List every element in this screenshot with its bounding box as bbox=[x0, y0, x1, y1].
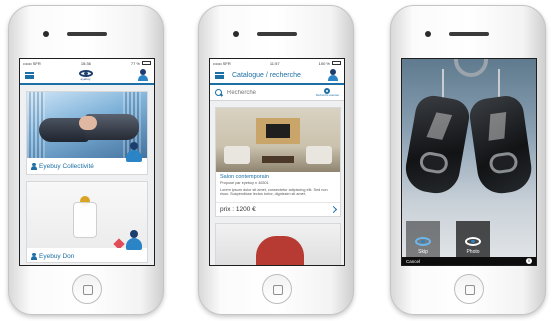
product-subtitle: Proposé par eyebuy n 46301 bbox=[220, 181, 269, 185]
battery-indicator: 100 % bbox=[319, 61, 341, 66]
sofa-icon bbox=[224, 146, 250, 164]
card-label: Eyebuy Collectivité bbox=[39, 162, 94, 170]
key-ring bbox=[454, 59, 488, 77]
advanced-search-button[interactable]: Recherche avancée bbox=[316, 88, 339, 97]
price-row: prix : 1200 € bbox=[216, 202, 340, 216]
eye-logo-icon bbox=[78, 69, 93, 77]
camera-viewfinder: Skip Photo Cancel i bbox=[401, 58, 537, 266]
chevron-right-icon[interactable] bbox=[329, 205, 338, 214]
mascot-icon bbox=[124, 230, 144, 252]
person-icon bbox=[31, 252, 37, 260]
eye-icon bbox=[415, 237, 431, 246]
speaker-grille bbox=[257, 32, 297, 36]
battery-text: 100 % bbox=[318, 60, 330, 66]
eyebuy-logo: eyebuy bbox=[78, 69, 93, 81]
battery-text: 77 % bbox=[130, 60, 140, 66]
front-camera-icon bbox=[43, 31, 49, 37]
front-camera-icon bbox=[233, 31, 239, 37]
skip-label: Skip bbox=[418, 249, 428, 255]
skip-button[interactable]: Skip bbox=[406, 221, 440, 257]
card-label: Eyebuy Don bbox=[39, 252, 75, 260]
product-card[interactable]: Salon contemporain Proposé par eyebuy n … bbox=[215, 107, 341, 217]
battery-icon bbox=[331, 61, 341, 66]
search-bar: Recherche avancée bbox=[210, 85, 344, 101]
home-button[interactable] bbox=[262, 274, 292, 304]
table-icon bbox=[262, 156, 294, 163]
app-header: eyebuy bbox=[20, 67, 154, 85]
tv-icon bbox=[266, 124, 290, 138]
product-description: Lorem ipsum dolor sit amet, consectetur … bbox=[220, 187, 328, 197]
cancel-button[interactable]: Cancel bbox=[406, 259, 420, 264]
speaker-grille bbox=[67, 32, 107, 36]
card-collectivite[interactable]: Eyebuy Collectivité bbox=[26, 91, 148, 175]
carrier-text: •••oo SFR bbox=[213, 60, 231, 66]
sofa-icon bbox=[306, 146, 332, 164]
living-room-image bbox=[216, 108, 340, 172]
catalogue-screen: •••oo SFR 11:57 100 % Catalogue / recher… bbox=[209, 58, 345, 266]
person-icon bbox=[31, 162, 37, 170]
car-key-image bbox=[402, 93, 472, 197]
battery-indicator: 77 % bbox=[131, 61, 151, 66]
phone-camera: Skip Photo Cancel i bbox=[390, 5, 546, 315]
key-button-icon bbox=[418, 150, 450, 176]
speaker-grille bbox=[449, 32, 489, 36]
handshake-icon bbox=[79, 116, 97, 130]
search-icon[interactable] bbox=[215, 88, 223, 97]
car-key-image bbox=[467, 93, 535, 197]
logo-text: eyebuy bbox=[80, 76, 91, 81]
scooter-image bbox=[256, 236, 304, 265]
profile-icon[interactable] bbox=[137, 69, 149, 81]
phone-catalogue: •••oo SFR 11:57 100 % Catalogue / recher… bbox=[198, 5, 354, 315]
product-card[interactable] bbox=[215, 223, 341, 265]
camera-bottom-bar: Cancel i bbox=[402, 257, 536, 265]
phone-home: •••oo SFR 15:36 77 % eyebuy Eyebuy Colle… bbox=[8, 5, 164, 315]
search-input[interactable] bbox=[227, 89, 316, 96]
jar-icon bbox=[73, 202, 97, 238]
front-camera-icon bbox=[425, 31, 431, 37]
clock-text: 15:36 bbox=[80, 60, 91, 66]
battery-icon bbox=[142, 61, 151, 66]
advanced-search-label: Recherche avancée bbox=[315, 94, 339, 97]
menu-icon[interactable] bbox=[215, 71, 224, 79]
app-header: Catalogue / recherche bbox=[210, 67, 344, 85]
eye-icon bbox=[465, 237, 481, 246]
clock-text: 11:57 bbox=[269, 60, 280, 66]
photo-button[interactable]: Photo bbox=[456, 221, 490, 257]
carrier-text: •••oo SFR bbox=[23, 60, 41, 66]
home-button[interactable] bbox=[72, 274, 102, 304]
app-showcase: •••oo SFR 15:36 77 % eyebuy Eyebuy Colle… bbox=[0, 0, 552, 321]
card-don[interactable]: Eyebuy Don bbox=[26, 181, 148, 263]
product-name: Salon contemporain bbox=[220, 174, 269, 180]
menu-icon[interactable] bbox=[25, 71, 34, 79]
heart-icon bbox=[113, 238, 125, 248]
key-button-icon bbox=[488, 150, 519, 175]
status-bar: •••oo SFR 11:57 100 % bbox=[210, 59, 344, 67]
product-price: prix : 1200 € bbox=[220, 206, 256, 213]
home-screen: •••oo SFR 15:36 77 % eyebuy Eyebuy Colle… bbox=[19, 58, 155, 266]
status-bar: •••oo SFR 15:36 77 % bbox=[20, 59, 154, 67]
mascot-icon bbox=[124, 142, 144, 164]
page-title: Catalogue / recherche bbox=[232, 71, 301, 79]
profile-icon[interactable] bbox=[327, 69, 339, 81]
info-icon[interactable]: i bbox=[526, 258, 532, 264]
camera-toolbar: Skip Photo bbox=[402, 219, 536, 257]
home-button[interactable] bbox=[454, 274, 484, 304]
photo-label: Photo bbox=[466, 249, 480, 255]
